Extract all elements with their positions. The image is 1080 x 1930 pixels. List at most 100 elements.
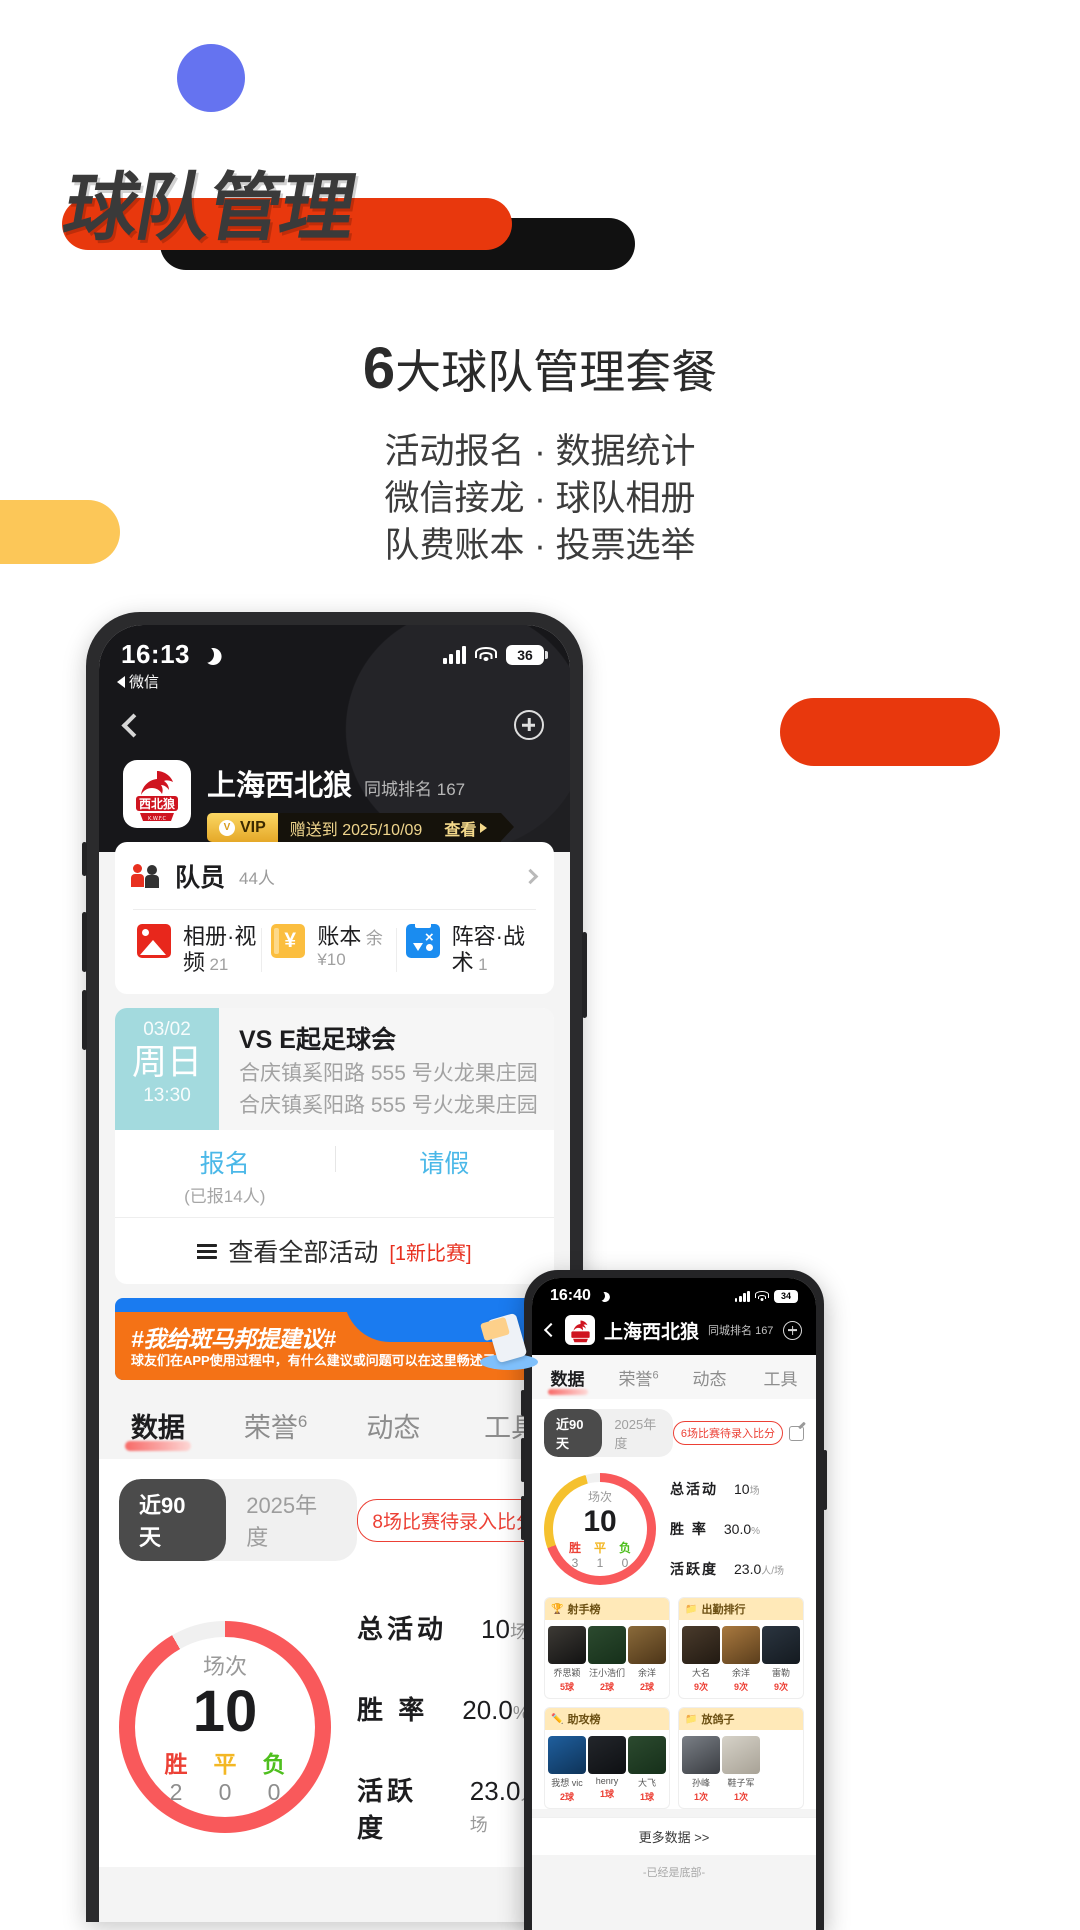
phone-volume-up-button bbox=[82, 912, 87, 972]
player-name: 乔思颖 bbox=[553, 1668, 581, 1678]
tab-feed-small[interactable]: 动态 bbox=[674, 1365, 745, 1399]
tab-honors-small[interactable]: 荣誉6 bbox=[603, 1365, 674, 1399]
ranking-noshow-title: 放鸽子 bbox=[701, 1714, 735, 1726]
phone-sm-power-button bbox=[823, 1450, 827, 1510]
subhead-rest: 大球队管理套餐 bbox=[395, 346, 718, 398]
triangle-left-icon bbox=[117, 675, 125, 688]
vip-banner[interactable]: V VIP 赠送到 2025/10/09 查看 bbox=[207, 813, 546, 842]
match-address-2: 合庆镇奚阳路 555 号火龙果庄园 bbox=[239, 1094, 538, 1117]
period-year[interactable]: 2025年度 bbox=[226, 1479, 357, 1561]
player-name: 孙峰 bbox=[691, 1778, 710, 1788]
match-date: 03/02 bbox=[143, 1019, 191, 1040]
period-recent-90d[interactable]: 近90天 bbox=[119, 1479, 227, 1561]
player-name: 我想 vic bbox=[551, 1778, 583, 1788]
decorative-red-pill bbox=[780, 698, 1000, 766]
donut-draw-value-small: 1 bbox=[596, 1556, 604, 1570]
phone-mockup-large: 16:13 微信 36 西北狼 K.W.F.C 上海西北狼 同城排名 167 V… bbox=[82, 612, 587, 1922]
vip-view-label: 查看 bbox=[444, 821, 477, 839]
pencil-icon: ✏️ bbox=[551, 1713, 564, 1725]
return-app-label: 微信 bbox=[129, 674, 160, 691]
stats-list-small: 总活动 10场 胜 率 30.0% 活跃度 23.0人/场 bbox=[670, 1469, 804, 1589]
pending-scores-badge-small[interactable]: 6场比赛待录入比分 bbox=[672, 1421, 783, 1445]
stat-activity-level-key: 活跃度 bbox=[357, 1776, 418, 1843]
edit-icon[interactable] bbox=[789, 1425, 804, 1441]
tool-tactics[interactable]: 阵容·战术 1 bbox=[395, 924, 536, 976]
ranking-scorers[interactable]: 🏆 射手榜 乔思颖 5球 汪小浩们 2球 余洋 2球 bbox=[544, 1597, 670, 1699]
members-label: 队员 bbox=[175, 864, 226, 892]
list-item: 汪小浩们 2球 bbox=[587, 1626, 627, 1693]
stats-panel-small: 近90天 2025年度 6场比赛待录入比分 场次 10 胜 3 平 1 负 0 … bbox=[532, 1399, 816, 1589]
tool-tactics-value: 1 bbox=[478, 955, 488, 974]
period-recent-90d-small[interactable]: 近90天 bbox=[544, 1409, 603, 1457]
avatar bbox=[628, 1626, 666, 1664]
battery-level: 36 bbox=[506, 645, 544, 665]
tab-data[interactable]: 数据 bbox=[99, 1406, 217, 1459]
list-end-label: -已经是底部- bbox=[532, 1855, 816, 1889]
team-name: 上海西北狼 bbox=[207, 770, 353, 802]
gem-icon: V bbox=[219, 819, 235, 836]
tab-tools-small[interactable]: 工具 bbox=[745, 1365, 816, 1399]
vip-view-button[interactable]: 查看 bbox=[444, 816, 488, 840]
tab-feed-small-label: 动态 bbox=[692, 1370, 727, 1389]
ledger-icon bbox=[271, 924, 306, 958]
members-row[interactable]: 队员 44人 bbox=[131, 842, 539, 910]
tool-tactics-label: 阵容·战术 bbox=[451, 924, 525, 975]
player-name: 大飞 bbox=[637, 1778, 656, 1788]
tab-feed[interactable]: 动态 bbox=[335, 1406, 453, 1459]
return-to-app-link[interactable]: 微信 bbox=[117, 671, 214, 692]
people-icon bbox=[131, 864, 161, 888]
feature-line-3: 队费账本 · 投票选举 bbox=[384, 526, 696, 565]
wifi-icon bbox=[475, 647, 497, 663]
tool-ledger[interactable]: 账本 余 ¥10 bbox=[261, 924, 401, 976]
signup-button[interactable]: 报名 (已报14人) bbox=[115, 1144, 335, 1207]
ranking-attendance-title: 出勤排行 bbox=[701, 1604, 746, 1616]
content-tabs: 数据 荣誉6 动态 工具 bbox=[99, 1380, 570, 1459]
stats-body: 场次 10 胜 2 平 0 负 0 总活动 10场 胜 率 20.0% 活跃度 … bbox=[119, 1561, 550, 1867]
tool-album[interactable]: 相册·视频 21 bbox=[133, 924, 267, 976]
match-address-1: 合庆镇奚阳路 555 号火龙果庄园 bbox=[239, 1062, 538, 1085]
chevron-left-icon[interactable] bbox=[543, 1322, 559, 1338]
tab-honors-badge: 6 bbox=[297, 1412, 308, 1431]
tab-honors-small-badge: 6 bbox=[652, 1369, 659, 1382]
tab-data-label: 数据 bbox=[130, 1413, 185, 1443]
ranking-attendance[interactable]: 📁 出勤排行 大名 9次 余洋 9次 雷勒 9次 bbox=[678, 1597, 804, 1699]
match-date-block: 03/02 周日 13:30 bbox=[115, 1008, 219, 1130]
avatar bbox=[682, 1736, 720, 1774]
tab-honors[interactable]: 荣誉6 bbox=[217, 1406, 335, 1459]
chevron-left-icon[interactable] bbox=[121, 712, 146, 738]
player-name: 大名 bbox=[691, 1668, 710, 1678]
ranking-assists[interactable]: ✏️ 助攻榜 我想 vic 2球 henry 1球 大飞 1球 bbox=[544, 1707, 670, 1809]
phone-screen-small: 16:40 34 上海西北狼 同城排名 167 数据 荣誉6 动态 工具 近90… bbox=[532, 1278, 816, 1930]
team-rank-small: 同城排名 167 bbox=[708, 1325, 774, 1337]
status-bar-small: 16:40 34 bbox=[532, 1278, 816, 1311]
player-score: 2球 bbox=[599, 1682, 614, 1692]
triangle-right-icon bbox=[480, 822, 488, 833]
tab-honors-label: 荣誉 bbox=[243, 1413, 298, 1443]
feature-line-2: 微信接龙 · 球队相册 bbox=[384, 479, 696, 518]
match-summary[interactable]: 03/02 周日 13:30 VS E起足球会 合庆镇奚阳路 555 号火龙果庄… bbox=[115, 1008, 554, 1130]
period-year-small[interactable]: 2025年度 bbox=[602, 1409, 673, 1457]
ranking-noshow-header: 📁 放鸽子 bbox=[679, 1708, 803, 1730]
donut-draw-value: 0 bbox=[218, 1778, 232, 1805]
period-segmented-control[interactable]: 近90天 2025年度 bbox=[119, 1479, 358, 1561]
period-segmented-control-small[interactable]: 近90天 2025年度 bbox=[544, 1409, 673, 1457]
ranking-noshow[interactable]: 📁 放鸽子 孙峰 1次 鞋子军 1次 bbox=[678, 1707, 804, 1809]
app-header-dark: 16:13 微信 36 西北狼 K.W.F.C 上海西北狼 同城排名 167 V… bbox=[99, 625, 570, 852]
donut-win-value-small: 3 bbox=[571, 1556, 579, 1570]
plus-circle-icon[interactable] bbox=[514, 710, 544, 740]
team-logo[interactable]: 西北狼 K.W.F.C bbox=[123, 760, 191, 828]
tactics-icon bbox=[405, 924, 440, 958]
tab-data-small[interactable]: 数据 bbox=[532, 1365, 603, 1399]
suggestion-ad-banner[interactable]: #我给斑马邦提建议# 球友们在APP使用过程中，有什么建议或问题可以在这里畅述己… bbox=[115, 1298, 554, 1380]
battery-tip bbox=[545, 651, 548, 659]
view-all-activities-button[interactable]: 查看全部活动 [1新比赛] bbox=[115, 1217, 554, 1284]
members-tools-card: 队员 44人 相册·视频 21 账本 余 ¥10 bbox=[115, 842, 554, 994]
plus-circle-icon[interactable] bbox=[783, 1320, 802, 1340]
more-data-link[interactable]: 更多数据 >> bbox=[532, 1817, 816, 1855]
team-logo-small[interactable] bbox=[565, 1315, 595, 1345]
player-score: 9次 bbox=[693, 1682, 708, 1692]
leave-button[interactable]: 请假 bbox=[334, 1144, 555, 1180]
battery-indicator: 36 bbox=[506, 645, 548, 665]
vip-label: VIP bbox=[240, 818, 266, 836]
avatar bbox=[628, 1736, 666, 1774]
